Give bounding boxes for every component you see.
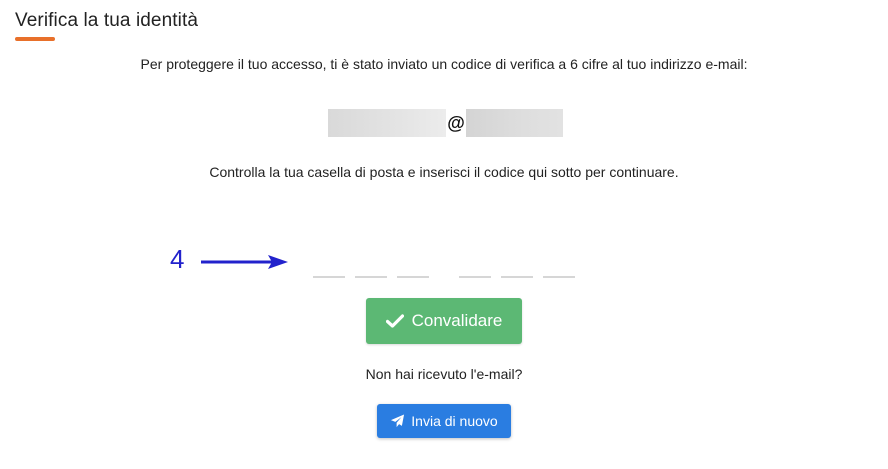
instructions-text: Controlla la tua casella di posta e inse… bbox=[209, 164, 679, 180]
email-at-symbol: @ bbox=[447, 112, 465, 133]
code-digit-4[interactable] bbox=[459, 258, 491, 278]
not-received-text: Non hai ricevuto l'e-mail? bbox=[365, 366, 523, 382]
redacted-email-local-part bbox=[328, 109, 446, 137]
resend-button-label: Invia di nuovo bbox=[411, 413, 498, 429]
validate-button[interactable]: Convalidare bbox=[366, 298, 522, 344]
paper-plane-icon bbox=[391, 414, 405, 428]
code-digit-3[interactable] bbox=[397, 258, 429, 278]
code-digit-1[interactable] bbox=[313, 258, 345, 278]
code-digit-5[interactable] bbox=[501, 258, 533, 278]
check-icon bbox=[385, 314, 404, 328]
code-digit-2[interactable] bbox=[355, 258, 387, 278]
title-underline bbox=[15, 37, 55, 41]
code-digit-6[interactable] bbox=[543, 258, 575, 278]
email-address: @ bbox=[328, 109, 563, 137]
intro-text: Per proteggere il tuo accesso, ti è stat… bbox=[140, 56, 748, 72]
arrow-right-icon bbox=[201, 255, 288, 269]
annotation-step-number: 4 bbox=[170, 244, 185, 274]
redacted-email-domain bbox=[466, 109, 563, 137]
validate-button-label: Convalidare bbox=[411, 311, 503, 330]
resend-button[interactable]: Invia di nuovo bbox=[377, 404, 511, 438]
page-title: Verifica la tua identità bbox=[15, 10, 199, 31]
